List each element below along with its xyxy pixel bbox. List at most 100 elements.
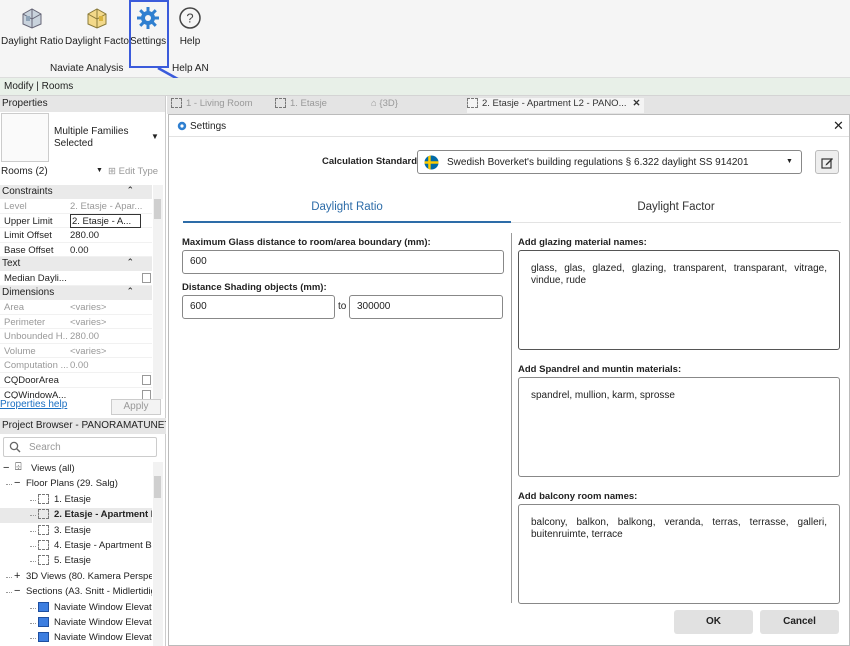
section-text[interactable]: Text ⌃ [0,257,152,272]
close-icon[interactable]: ✕ [833,118,844,134]
tab-apartment-l2[interactable]: 2. Etasje - Apartment L2 - PANO... ✕ [467,98,645,113]
help-icon: ? [178,6,202,30]
property-row[interactable]: Level 2. Etasje - Apar... [0,199,152,214]
daylight-factor-label: Daylight Factor [65,36,133,47]
property-row[interactable]: Perimeter <varies> [0,315,152,330]
collapse-icon: ⌃ [126,285,134,296]
collapse-icon[interactable]: − [3,462,9,474]
view-icon [275,98,286,108]
browser-search-input[interactable]: Search [3,437,157,457]
calc-standard-select[interactable]: Swedish Boverket's building regulations … [417,150,802,174]
tree-item-label: Floor Plans (29. Salg) [26,478,118,490]
balcony-label: Add balcony room names: [518,491,638,502]
property-row[interactable]: Computation ... 0.00 [0,358,152,373]
tree-item[interactable]: 2. Etasje - Apartment L [0,508,152,524]
glazing-label: Add glazing material names: [518,237,647,248]
tree-item-label: 5. Etasje [54,555,91,567]
type-name: Multiple Families Selected [54,126,129,149]
edit-icon [821,158,833,169]
upper-limit-field[interactable]: 2. Etasje - A... [70,213,141,228]
tree-connector [30,515,36,517]
help-button[interactable]: ? Help [174,4,206,48]
checkbox[interactable] [142,389,151,399]
tab-living-room[interactable]: 1 - Living Room [171,98,253,113]
section-constraints-label: Constraints [2,186,53,197]
tree-connector [30,623,36,624]
section-constraints[interactable]: Constraints ⌃ [0,185,152,199]
dialog-title: Settings [190,121,227,132]
group-naviate-analysis: Naviate Analysis [50,63,124,74]
browser-header: Project Browser - PANORAMATUNET-2... [0,418,166,434]
settings-highlight-box [129,0,169,68]
section-text-label: Text [2,258,21,270]
property-row[interactable]: CQDoorArea [0,373,152,388]
spandrel-textarea[interactable]: spandrel, mullion, karm, sprosse [518,377,840,477]
property-row[interactable]: Base Offset 0.00 [0,243,152,258]
plan-view-icon [38,540,49,550]
property-row[interactable]: CQWindowA... [0,388,152,399]
tree-connector [30,546,36,547]
spandrel-label: Add Spandrel and muntin materials: [518,364,682,375]
scrollbar-thumb[interactable] [154,476,161,498]
property-row[interactable]: Limit Offset 280.00 [0,228,152,243]
browser-scrollbar[interactable] [153,462,163,646]
tab-daylight-factor[interactable]: Daylight Factor [511,198,841,223]
property-row[interactable]: Upper Limit 2. Etasje - A... [0,213,152,229]
tab-1-etasje[interactable]: 1. Etasje [275,98,327,113]
plan-view-icon [38,555,49,566]
svg-text:?: ? [186,11,193,26]
property-row[interactable]: Volume <varies> [0,344,152,359]
property-value: 280.00 [70,230,100,242]
property-key: CQWindowA... [4,389,67,399]
tree-connector [6,484,12,486]
daylight-ratio-icon [20,6,44,30]
tab-daylight-ratio[interactable]: Daylight Ratio [183,198,511,223]
collapse-icon[interactable]: − [14,585,20,597]
daylight-factor-button[interactable]: Daylight Factor [65,4,133,48]
max-glass-input[interactable]: 600 [182,250,504,274]
edit-standard-button[interactable] [815,150,839,174]
settings-dialog: Settings ✕ Calculation Standard: Swedish… [168,114,850,646]
tree-connector [30,499,36,501]
search-placeholder: Search [29,442,61,453]
section-dimensions[interactable]: Dimensions ⌃ [0,285,152,300]
property-row[interactable]: Area <varies> [0,300,152,315]
glazing-textarea[interactable]: glass, glas, glazed, glazing, transparen… [518,250,840,350]
chevron-down-icon: ▼ [96,167,103,174]
properties-scrollbar[interactable] [153,185,163,399]
properties-help-link[interactable]: Properties help [0,399,67,410]
edit-type-button[interactable]: ⊞ Edit Type [108,166,158,177]
apply-button[interactable]: Apply [111,399,161,415]
property-value: 0.00 [70,244,89,256]
tree-connector [30,607,36,609]
cancel-button[interactable]: Cancel [760,610,839,634]
checkbox[interactable] [142,374,151,385]
chevron-down-icon: ▼ [786,158,793,165]
close-icon[interactable]: ✕ [633,98,641,109]
property-key: Perimeter [4,316,46,328]
property-row[interactable]: Unbounded H... 280.00 [0,329,152,344]
expand-icon[interactable]: + [14,570,20,582]
daylight-ratio-button[interactable]: Daylight Ratio [1,4,63,48]
shading-to-input[interactable]: 300000 [349,295,503,319]
checkbox[interactable] [142,273,151,284]
left-panel: Properties Multiple Families Selected ▼ … [0,96,166,646]
instance-filter-dropdown[interactable]: Rooms (2) ▼ [0,166,104,180]
column-divider [511,233,512,603]
tree-item-label: Naviate Window Elevati [54,617,152,628]
shading-label: Distance Shading objects (mm): [182,282,327,293]
tree-connector [30,530,36,532]
sweden-flag-icon [424,155,439,170]
scrollbar-thumb[interactable] [154,199,161,219]
ok-button[interactable]: OK [674,610,753,634]
collapse-icon[interactable]: − [14,477,20,489]
shading-from-input[interactable]: 600 [182,295,335,319]
daylight-ratio-label: Daylight Ratio [1,36,64,47]
balcony-textarea[interactable]: balcony, balkon, balkong, veranda, terra… [518,504,840,604]
collapse-icon: ⌃ [126,257,134,268]
tab-3d[interactable]: ⌂ {3D} [371,98,398,113]
properties-header: Properties [0,96,165,112]
property-key: Volume [4,345,36,357]
type-selector[interactable]: Multiple Families Selected ▼ [0,112,166,162]
property-row[interactable]: Median Dayli... [0,271,152,286]
